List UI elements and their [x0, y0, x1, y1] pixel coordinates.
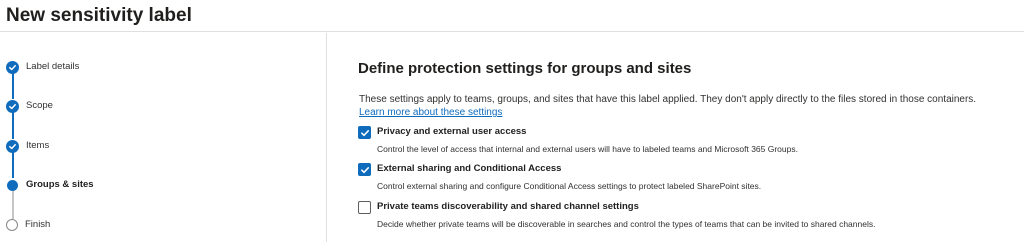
external-sharing-checkbox[interactable] — [358, 163, 371, 176]
option-label[interactable]: Private teams discoverability and shared… — [377, 201, 639, 213]
wizard-step-items[interactable]: Items — [6, 138, 49, 154]
step-label: Groups & sites — [26, 179, 94, 190]
wizard-step-finish[interactable]: Finish — [6, 217, 50, 233]
step-connector — [12, 73, 14, 99]
option-description: Control the level of access that interna… — [377, 144, 798, 154]
step-label: Label details — [26, 61, 80, 72]
wizard-step-groups-sites[interactable]: Groups & sites — [6, 177, 94, 193]
step-label: Finish — [25, 219, 51, 230]
section-description: These settings apply to teams, groups, a… — [359, 94, 977, 105]
option-label[interactable]: External sharing and Conditional Access — [377, 163, 561, 175]
checkmark-icon — [6, 60, 19, 74]
private-teams-checkbox[interactable] — [358, 201, 371, 214]
checkmark-icon — [360, 129, 369, 136]
checkmark-icon — [6, 139, 19, 153]
step-label: Scope — [26, 100, 53, 111]
option-description: Decide whether private teams will be dis… — [377, 219, 876, 229]
empty-circle-icon — [6, 219, 18, 231]
option-label[interactable]: Privacy and external user access — [377, 126, 526, 138]
current-step-dot-icon — [7, 179, 18, 191]
section-title: Define protection settings for groups an… — [358, 60, 692, 77]
wizard-step-scope[interactable]: Scope — [6, 98, 53, 114]
wizard-steps: Label details Scope Items Groups & sites… — [0, 33, 327, 242]
page-title: New sensitivity label — [6, 5, 192, 26]
step-connector — [12, 112, 14, 139]
step-connector — [12, 152, 14, 178]
checkmark-icon — [6, 99, 19, 113]
wizard-step-label-details[interactable]: Label details — [6, 59, 79, 75]
checkmark-icon — [360, 166, 369, 173]
privacy-checkbox[interactable] — [358, 126, 371, 139]
page-header: New sensitivity label — [0, 0, 1024, 32]
main-content: Define protection settings for groups an… — [358, 33, 1024, 242]
step-label: Items — [26, 140, 50, 151]
option-description: Control external sharing and configure C… — [377, 181, 762, 191]
step-connector — [12, 191, 14, 219]
learn-more-link[interactable]: Learn more about these settings — [359, 106, 502, 119]
